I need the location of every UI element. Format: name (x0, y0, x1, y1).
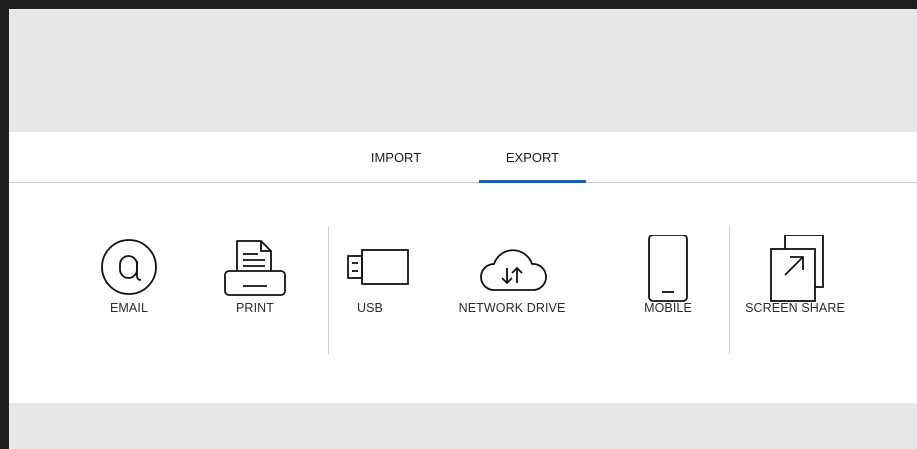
share-panel: IMPORT EXPORT EMAIL PRINT USB NETWORK DR… (9, 132, 917, 403)
printer-icon (224, 240, 286, 296)
usb-label: USB (356, 301, 383, 315)
screen-share-option[interactable]: SCREEN SHARE (730, 227, 860, 357)
cloud-transfer-icon (480, 249, 547, 291)
mobile-label: MOBILE (644, 301, 692, 315)
network-drive-option[interactable]: NETWORK DRIVE (447, 227, 577, 357)
email-label: EMAIL (109, 301, 148, 315)
screen-share-label: SCREEN SHARE (745, 301, 845, 315)
usb-drive-icon (347, 249, 409, 285)
tab-import[interactable]: IMPORT (346, 132, 446, 182)
at-sign-icon (101, 239, 157, 295)
screen: IMPORT EXPORT EMAIL PRINT USB NETWORK DR… (9, 9, 917, 449)
print-option[interactable]: PRINT (190, 227, 320, 357)
active-tab-indicator (479, 180, 586, 183)
tab-export[interactable]: EXPORT (479, 132, 586, 183)
print-label: PRINT (236, 301, 274, 315)
mobile-phone-icon (648, 235, 688, 302)
tab-bar: IMPORT EXPORT (9, 132, 917, 183)
tab-export-label: EXPORT (505, 150, 560, 165)
usb-option[interactable]: USB (305, 227, 435, 357)
screen-share-icon (770, 235, 824, 302)
mobile-option[interactable]: MOBILE (603, 227, 733, 357)
network-drive-label: NETWORK DRIVE (458, 301, 566, 315)
email-option[interactable]: EMAIL (64, 227, 194, 357)
